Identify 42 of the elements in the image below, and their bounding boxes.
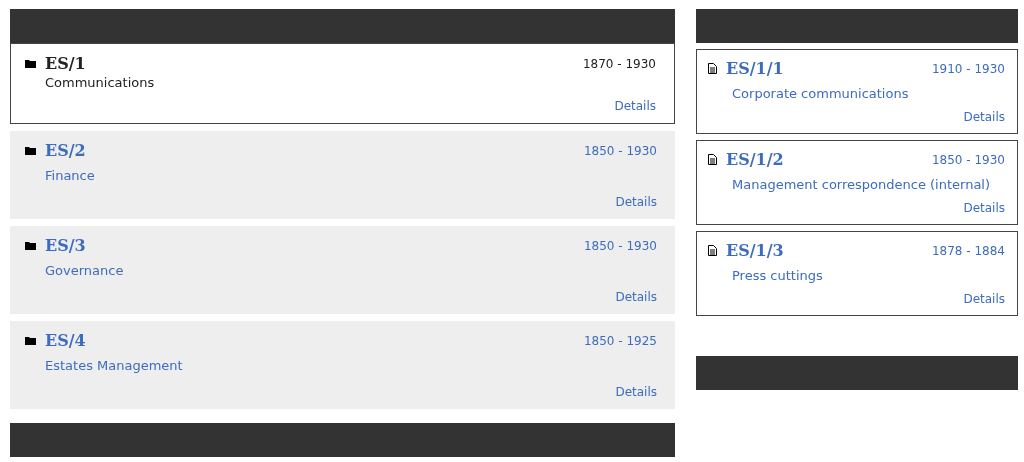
document-icon <box>708 154 717 165</box>
item-title[interactable]: Governance <box>45 263 657 278</box>
date-range: 1870 - 1930 <box>582 56 656 71</box>
details-link[interactable]: Details <box>614 99 656 113</box>
reference-link[interactable]: ES/1/2 <box>726 150 784 169</box>
details-link[interactable]: Details <box>615 195 657 209</box>
details-link[interactable]: Details <box>963 110 1005 124</box>
item-title: Communications <box>45 75 156 90</box>
date-range: 1850 - 1925 <box>583 333 657 348</box>
date-range: 1910 - 1930 <box>931 61 1005 76</box>
selected-series-item[interactable]: ES/1 1870 - 1930 Communications Details <box>10 43 675 124</box>
reference-link[interactable]: ES/3 <box>45 236 86 255</box>
file-card[interactable]: ES/1/1 1910 - 1930 Corporate communications Details <box>696 49 1018 134</box>
item-title[interactable]: Estates Management <box>45 358 657 373</box>
reference-link[interactable]: ES/1 <box>45 54 86 73</box>
series-item[interactable]: ES/2 1850 - 1930 Finance Details <box>10 131 675 219</box>
item-title[interactable]: Management correspondence (internal) <box>732 177 1005 192</box>
series-item[interactable]: ES/4 1850 - 1925 Estates Management Details <box>10 321 675 409</box>
file-card[interactable]: ES/1/3 1878 - 1884 Press cuttings Details <box>696 231 1018 316</box>
date-range: 1878 - 1884 <box>931 243 1005 258</box>
reference-link[interactable]: ES/1/1 <box>726 59 784 78</box>
reference-link[interactable]: ES/1/3 <box>726 241 784 260</box>
date-range: 1850 - 1930 <box>931 152 1005 167</box>
document-icon <box>708 245 717 256</box>
details-link[interactable]: Details <box>963 292 1005 306</box>
folder-icon <box>25 241 36 250</box>
date-range: 1850 - 1930 <box>583 238 657 253</box>
details-link[interactable]: Details <box>963 201 1005 215</box>
details-link[interactable]: Details <box>615 385 657 399</box>
date-range: 1850 - 1930 <box>583 143 657 158</box>
folder-icon <box>25 336 36 345</box>
file-card[interactable]: ES/1/2 1850 - 1930 Management correspondence (internal) Details <box>696 140 1018 225</box>
reference-link[interactable]: ES/4 <box>45 331 86 350</box>
document-icon <box>708 63 717 74</box>
item-title[interactable]: Finance <box>45 168 657 183</box>
item-title[interactable]: Press cuttings <box>732 268 1005 283</box>
item-title[interactable]: Corporate communications <box>732 86 1005 101</box>
reference-link[interactable]: ES/2 <box>45 141 86 160</box>
folder-icon <box>25 59 36 68</box>
folder-icon <box>25 146 36 155</box>
details-link[interactable]: Details <box>615 290 657 304</box>
series-item[interactable]: ES/3 1850 - 1930 Governance Details <box>10 226 675 314</box>
